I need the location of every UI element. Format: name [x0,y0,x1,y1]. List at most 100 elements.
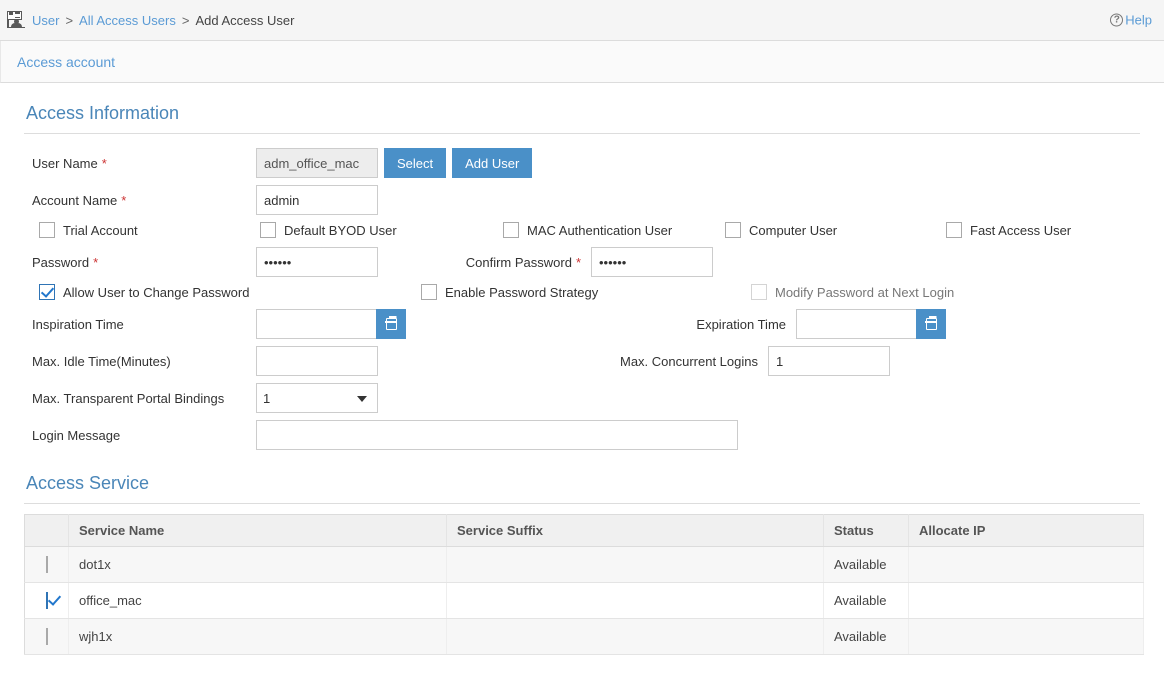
inspiration-time-input[interactable] [256,309,376,339]
checkbox-trial-account[interactable]: Trial Account [39,222,260,238]
account-name-label: Account Name * [32,192,127,208]
cell-service-suffix [446,582,824,619]
table-row[interactable]: office_mac Available [24,582,1144,619]
confirm-password-label: Confirm Password * [465,254,581,270]
checkbox-mac-authentication-user[interactable]: MAC Authentication User [503,222,725,238]
checkbox-enable-password-strategy[interactable]: Enable Password Strategy [421,284,751,300]
password-input[interactable] [256,247,378,277]
cell-service-name: wjh1x [68,618,447,655]
table-header-select-all[interactable] [24,514,69,547]
row-account-name: Account Name * [30,185,1140,215]
row-checkbox[interactable] [45,592,48,609]
row-checkbox-cell[interactable] [24,546,69,583]
cell-allocate-ip [908,618,1144,655]
max-transparent-portal-bindings-label: Max. Transparent Portal Bindings [32,390,225,406]
row-login-message: Login Message [30,420,1140,450]
expiration-time-input[interactable] [796,309,916,339]
calendar-icon [385,315,397,330]
checkbox-box [751,284,767,300]
table-header-service-name: Service Name [68,514,447,547]
main-content: Access Information User Name* Select Add… [0,83,1164,655]
question-circle-icon: ? [1110,13,1124,27]
checkbox-label: Modify Password at Next Login [775,284,955,300]
password-option-checkbox-row: Allow User to Change Password Enable Pas… [30,284,1140,300]
checkbox-label: MAC Authentication User [527,222,673,238]
checkbox-label: Trial Account [63,222,138,238]
table-row[interactable]: wjh1x Available [24,618,1144,655]
max-transparent-portal-bindings-select[interactable]: 1 [256,383,378,413]
user-name-input[interactable] [256,148,378,178]
breadcrumb-bar: User > All Access Users > Add Access Use… [0,0,1164,41]
row-checkbox-cell[interactable] [24,582,69,619]
login-message-input[interactable] [256,420,738,450]
row-checkbox[interactable] [45,556,48,573]
access-service-table: Service Name Service Suffix Status Alloc… [24,514,1144,655]
breadcrumb-separator: > [65,12,74,28]
row-user-name: User Name* Select Add User [30,148,1140,178]
checkbox-modify-password-at-next-login[interactable]: Modify Password at Next Login [751,284,954,300]
row-password: Password* Confirm Password* [30,247,1140,277]
row-checkbox[interactable] [45,628,48,645]
expiration-time-field [796,309,946,339]
checkbox-box [503,222,519,238]
section-title-access-service: Access Service [24,457,1140,504]
checkbox-label: Fast Access User [970,222,1072,238]
help-link[interactable]: ? Help [1110,13,1152,28]
max-transparent-portal-bindings-field: 1 [256,383,378,413]
inspiration-time-label: Inspiration Time [32,316,124,332]
calendar-icon [925,315,937,330]
cell-status: Available [823,618,909,655]
cell-service-name: dot1x [68,546,447,583]
required-marker: * [101,155,107,171]
checkbox-box [260,222,276,238]
confirm-password-input[interactable] [591,247,713,277]
inspiration-time-field [256,309,406,339]
row-time-fields: Inspiration Time Expiration Time [30,309,1140,339]
row-max-transparent-portal-bindings: Max. Transparent Portal Bindings 1 [30,383,1140,413]
max-concurrent-logins-label: Max. Concurrent Logins [619,353,758,369]
checkbox-box [725,222,741,238]
access-information-form: User Name* Select Add User Account Name*… [24,148,1140,450]
checkbox-label: Enable Password Strategy [445,284,599,300]
cell-status: Available [823,582,909,619]
table-header-allocate-ip: Allocate IP [908,514,1144,547]
password-label: Password * [32,254,99,270]
expiration-time-label: Expiration Time [696,316,786,332]
cell-service-suffix [446,546,824,583]
row-checkbox-cell[interactable] [24,618,69,655]
inspiration-time-calendar-button[interactable] [376,309,406,339]
row-max-fields: Max. Idle Time(Minutes) Max. Concurrent … [30,346,1140,376]
login-message-label: Login Message [32,427,121,443]
checkbox-computer-user[interactable]: Computer User [725,222,946,238]
cell-allocate-ip [908,546,1144,583]
max-idle-time-label: Max. Idle Time(Minutes) [32,353,171,369]
checkbox-label: Default BYOD User [284,222,397,238]
table-row[interactable]: dot1x Available [24,546,1144,583]
table-header-status: Status [823,514,909,547]
checkbox-allow-user-to-change-password[interactable]: Allow User to Change Password [39,284,421,300]
add-user-button[interactable]: Add User [452,148,533,178]
required-marker: * [575,254,581,270]
cell-status: Available [823,546,909,583]
breadcrumb-item-add-access-user: Add Access User [195,12,295,28]
tab-strip: Access account [0,41,1164,83]
account-type-checkbox-row: Trial Account Default BYOD User MAC Auth… [30,222,1140,238]
checkbox-default-byod-user[interactable]: Default BYOD User [260,222,503,238]
expiration-time-calendar-button[interactable] [916,309,946,339]
table-header-row: Service Name Service Suffix Status Alloc… [24,514,1144,547]
select-button[interactable]: Select [384,148,447,178]
required-marker: * [93,254,99,270]
max-concurrent-logins-input[interactable] [768,346,890,376]
checkbox-fast-access-user[interactable]: Fast Access User [946,222,1071,238]
checkbox-box [39,284,55,300]
account-name-input[interactable] [256,185,378,215]
breadcrumb-item-user[interactable]: User [32,13,59,28]
help-label: Help [1125,12,1152,28]
checkbox-box [421,284,437,300]
users-list-icon [6,11,26,29]
breadcrumb-item-all-access-users[interactable]: All Access Users [79,13,176,28]
tab-access-account[interactable]: Access account [17,54,115,70]
cell-service-name: office_mac [68,582,447,619]
section-title-access-information: Access Information [24,83,1140,134]
max-idle-time-input[interactable] [256,346,378,376]
